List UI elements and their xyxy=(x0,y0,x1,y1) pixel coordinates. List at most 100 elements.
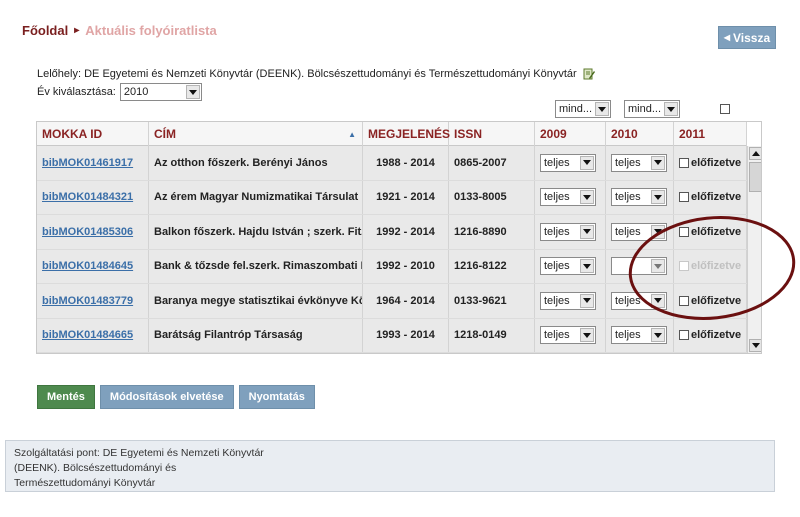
subscribed-checkbox[interactable]: előfizetve xyxy=(679,157,741,169)
breadcrumb-home-link[interactable]: Főoldal xyxy=(22,23,68,38)
column-header-title[interactable]: CÍM ▲ xyxy=(149,122,363,146)
scroll-up-icon[interactable] xyxy=(749,147,761,160)
column-header-2010[interactable]: 2010 xyxy=(606,122,674,146)
checkbox-icon xyxy=(679,295,689,306)
status-value: teljes xyxy=(544,329,570,342)
mokka-id-link[interactable]: bibMOK01484645 xyxy=(42,260,133,272)
chevron-down-icon xyxy=(664,102,678,116)
column-header-issn[interactable]: ISSN xyxy=(449,122,535,146)
subscribed-checkbox[interactable]: előfizetve xyxy=(679,329,741,341)
chevron-down-icon xyxy=(651,224,665,239)
chevron-down-icon xyxy=(595,102,609,116)
mokka-id-link[interactable]: bibMOK01461917 xyxy=(42,157,133,169)
cell-issn: 0133-9621 xyxy=(449,284,535,318)
cell-2010: teljes xyxy=(606,146,674,180)
table-body: bibMOK01461917 Az otthon főszerk. Berényi… xyxy=(37,146,747,353)
cell-title: Barátság Filantróp Társaság xyxy=(149,318,363,352)
triangle-left-icon: ◀ xyxy=(723,33,730,42)
checkbox-icon xyxy=(679,261,689,272)
column-header-mokka-id[interactable]: MOKKA ID xyxy=(37,122,149,146)
cell-2009: teljes xyxy=(535,318,606,352)
cell-title: Az otthon főszerk. Berényi János xyxy=(149,146,363,180)
column-header-2009[interactable]: 2009 xyxy=(535,122,606,146)
save-button[interactable]: Mentés xyxy=(37,385,95,409)
status-2010-select xyxy=(611,257,667,276)
status-2010-select[interactable]: teljes xyxy=(611,326,667,345)
edit-icon[interactable] xyxy=(583,68,595,80)
column-header-2011[interactable]: 2011 xyxy=(674,122,747,146)
status-2010-select[interactable]: teljes xyxy=(611,153,667,172)
subscribed-checkbox[interactable]: előfizetve xyxy=(679,295,741,307)
action-bar: Mentés Módosítások elvetése Nyomtatás xyxy=(37,385,315,409)
status-2010-select[interactable]: teljes xyxy=(611,291,667,310)
scroll-down-icon[interactable] xyxy=(749,339,761,352)
cell-issn: 0865-2007 xyxy=(449,146,535,180)
year-select[interactable]: 2010 xyxy=(119,83,202,101)
subscribed-checkbox[interactable]: előfizetve xyxy=(679,191,741,203)
column-header-label: MEGJELENÉS xyxy=(368,127,451,141)
breadcrumb: Főoldal ▸ Aktuális folyóiratlista xyxy=(22,23,217,38)
subscribed-label: előfizetve xyxy=(691,294,742,307)
back-button[interactable]: ◀ Vissza xyxy=(718,26,776,49)
mokka-id-link[interactable]: bibMOK01484665 xyxy=(42,329,133,341)
subscribed-label: előfizetve xyxy=(691,225,742,238)
scroll-thumb[interactable] xyxy=(749,162,761,192)
mokka-id-link[interactable]: bibMOK01483779 xyxy=(42,295,133,307)
status-2009-select[interactable]: teljes xyxy=(540,188,596,207)
status-2009-select[interactable]: teljes xyxy=(540,222,596,241)
filter-2010-select[interactable]: mind... xyxy=(555,100,611,118)
mokka-id-link[interactable]: bibMOK01485306 xyxy=(42,226,133,238)
column-header-label: 2010 xyxy=(611,127,638,141)
breadcrumb-separator-icon: ▸ xyxy=(74,25,80,36)
cell-2010: teljes xyxy=(606,215,674,249)
chevron-down-icon xyxy=(651,155,665,170)
table-row: bibMOK01484321 Az érem Magyar Numizmatika… xyxy=(37,180,747,215)
filter-2011-value: mind... xyxy=(628,103,662,115)
chevron-down-icon xyxy=(651,293,665,308)
status-2009-select[interactable]: teljes xyxy=(540,326,596,345)
cell-issn: 0133-8005 xyxy=(449,180,535,214)
status-value: teljes xyxy=(615,156,641,169)
cell-title: Baranya megye statisztikai évkönyve Közp… xyxy=(149,284,363,318)
status-2010-select[interactable]: teljes xyxy=(611,188,667,207)
cell-2010: teljes xyxy=(606,318,674,352)
table-row: bibMOK01485306 Balkon főszerk. Hajdu Istv… xyxy=(37,215,747,250)
discard-changes-button[interactable]: Módosítások elvetése xyxy=(99,385,234,409)
status-2009-select[interactable]: teljes xyxy=(540,153,596,172)
cell-publication: 1993 - 2014 xyxy=(363,318,449,352)
status-2009-select[interactable]: teljes xyxy=(540,257,596,276)
cell-issn: 1216-8890 xyxy=(449,215,535,249)
cell-mokka-id: bibMOK01461917 xyxy=(37,146,149,180)
table-row: bibMOK01484665 Barátság Filantróp Társasá… xyxy=(37,318,747,353)
cell-2009: teljes xyxy=(535,284,606,318)
status-value: teljes xyxy=(615,191,641,204)
chevron-down-icon xyxy=(651,328,665,343)
column-header-label: ISSN xyxy=(454,127,483,141)
subscribed-label: előfizetve xyxy=(691,191,742,204)
column-header-publication[interactable]: MEGJELENÉS xyxy=(363,122,451,146)
cell-2009: teljes xyxy=(535,249,606,283)
cell-publication: 1921 - 2014 xyxy=(363,180,449,214)
print-button[interactable]: Nyomtatás xyxy=(238,385,315,409)
cell-2011: előfizetve xyxy=(674,180,747,214)
periodical-table: MOKKA ID CÍM ▲ MEGJELENÉS ISSN 2009 2010 … xyxy=(36,121,762,354)
cell-2010: teljes xyxy=(606,284,674,318)
cell-title: Az érem Magyar Numizmatikai Társulat ; f… xyxy=(149,180,363,214)
select-all-checkbox[interactable] xyxy=(720,104,730,114)
status-value: teljes xyxy=(615,294,641,307)
mokka-id-link[interactable]: bibMOK01484321 xyxy=(42,191,133,203)
sort-asc-icon: ▲ xyxy=(348,130,356,139)
chevron-down-icon xyxy=(580,328,594,343)
column-header-label: MOKKA ID xyxy=(42,127,103,141)
cell-2010 xyxy=(606,249,674,283)
filter-2011-select[interactable]: mind... xyxy=(624,100,680,118)
subscribed-checkbox[interactable]: előfizetve xyxy=(679,226,741,238)
year-select-value: 2010 xyxy=(123,86,149,98)
table-scrollbar[interactable] xyxy=(747,146,761,353)
status-2010-select[interactable]: teljes xyxy=(611,222,667,241)
cell-publication: 1988 - 2014 xyxy=(363,146,449,180)
status-2009-select[interactable]: teljes xyxy=(540,291,596,310)
chevron-down-icon xyxy=(185,85,200,99)
cell-publication: 1964 - 2014 xyxy=(363,284,449,318)
status-value: teljes xyxy=(615,329,641,342)
